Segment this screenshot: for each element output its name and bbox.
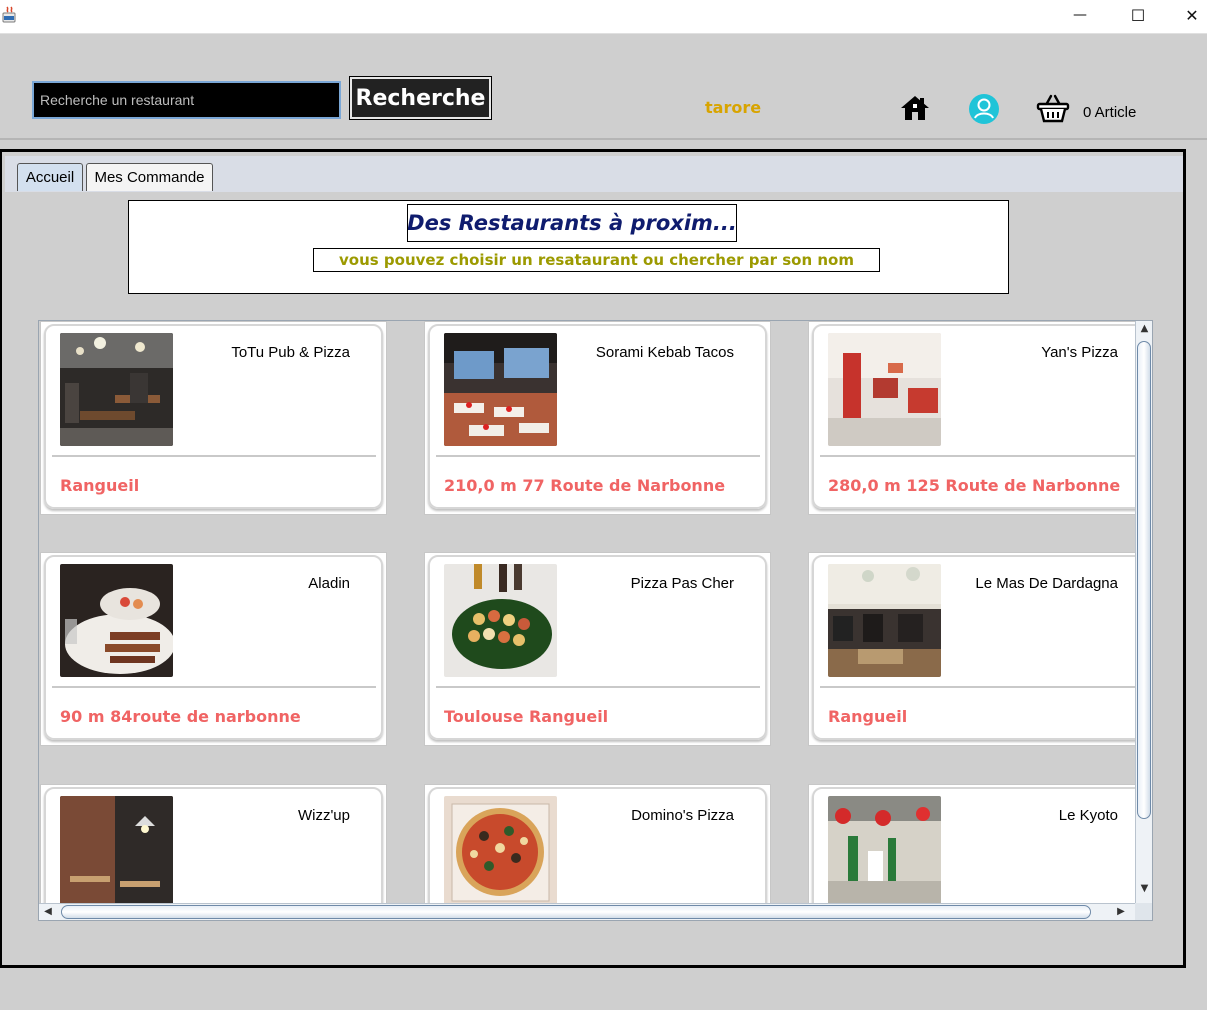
scroll-up-arrow-icon[interactable]: ▲ [1139, 323, 1150, 335]
restaurant-card[interactable]: Le Mas De Dardagna Rangueil [808, 552, 1135, 746]
restaurant-address: Rangueil [60, 476, 140, 495]
user-icon[interactable] [968, 93, 1000, 125]
card-divider [436, 686, 760, 688]
card-divider [820, 455, 1135, 457]
restaurant-interior-photo [444, 333, 557, 446]
horizontal-scroll-thumb[interactable] [61, 905, 1091, 919]
restaurant-card[interactable]: Pizza Pas Cher Toulouse Rangueil [424, 552, 771, 746]
tab-accueil[interactable]: Accueil [17, 163, 83, 191]
restaurant-name: Le Mas De Dardagna [975, 575, 1118, 592]
scroll-corner [1135, 903, 1152, 920]
restaurant-name: Domino's Pizza [631, 807, 734, 824]
restaurant-address: 210,0 m 77 Route de Narbonne [444, 476, 726, 495]
restaurant-grid: ToTu Pub & Pizza Rangueil Sorami Kebab T… [39, 321, 1135, 903]
cart-count: 0 Article [1083, 104, 1137, 121]
card-divider [52, 686, 376, 688]
home-icon[interactable] [899, 93, 931, 123]
card-divider [52, 455, 376, 457]
username-label: tarore [705, 98, 762, 117]
search-input[interactable] [32, 81, 341, 119]
welcome-banner: Des Restaurants à proxim... vous pouvez … [128, 200, 1009, 294]
maximize-button[interactable]: ☐ [1118, 0, 1158, 30]
restaurant-address: 280,0 m 125 Route de Narbonne [828, 476, 1121, 495]
java-app-icon [2, 6, 18, 24]
restaurant-scroll-area[interactable]: ToTu Pub & Pizza Rangueil Sorami Kebab T… [38, 320, 1153, 921]
card-divider [436, 455, 760, 457]
banner-title: Des Restaurants à proxim... [407, 204, 737, 242]
restaurant-interior-photo [828, 796, 941, 903]
window-titlebar: — ☐ ✕ [0, 0, 1207, 34]
restaurant-name: ToTu Pub & Pizza [231, 344, 350, 361]
tab-strip: Accueil Mes Commande [5, 156, 1183, 192]
header-divider [0, 138, 1207, 140]
tab-mes-commande[interactable]: Mes Commande [86, 163, 213, 191]
restaurant-card[interactable]: Yan's Pizza 280,0 m 125 Route de Narbonn… [808, 321, 1135, 515]
restaurant-address: Rangueil [828, 707, 908, 726]
restaurant-name: Wizz'up [297, 807, 350, 824]
banner-subtitle: vous pouvez choisir un resataurant ou ch… [313, 248, 880, 272]
horizontal-scrollbar[interactable]: ◀ ▶ [39, 903, 1135, 920]
main-panel: Accueil Mes Commande Des Restaurants à p… [0, 149, 1186, 968]
scroll-left-arrow-icon[interactable]: ◀ [42, 906, 54, 918]
restaurant-interior-photo [828, 564, 941, 677]
pizza-photo [444, 796, 557, 903]
restaurant-address: Toulouse Rangueil [444, 707, 609, 726]
food-platter-photo [444, 564, 557, 677]
restaurant-name: Le Kyoto [1058, 807, 1118, 824]
minimize-button[interactable]: — [1060, 0, 1100, 30]
restaurant-card[interactable]: Sorami Kebab Tacos 210,0 m 77 Route de N… [424, 321, 771, 515]
restaurant-name: Sorami Kebab Tacos [595, 344, 734, 361]
restaurant-card[interactable]: ToTu Pub & Pizza Rangueil [40, 321, 387, 515]
restaurant-interior-photo [60, 796, 173, 903]
restaurant-card[interactable]: Domino's Pizza [424, 784, 771, 903]
card-divider [820, 686, 1135, 688]
vertical-scroll-thumb[interactable] [1137, 341, 1151, 819]
restaurant-name: Pizza Pas Cher [630, 575, 734, 592]
scroll-right-arrow-icon[interactable]: ▶ [1115, 906, 1127, 918]
vertical-scrollbar[interactable]: ▲ ▼ [1135, 321, 1152, 903]
restaurant-name: Aladin [308, 575, 350, 592]
close-button[interactable]: ✕ [1172, 0, 1207, 30]
restaurant-interior-photo [60, 333, 173, 446]
restaurant-card[interactable]: Aladin 90 m 84route de narbonne [40, 552, 387, 746]
food-platter-photo [60, 564, 173, 677]
restaurant-address: 90 m 84route de narbonne [60, 707, 301, 726]
scroll-down-arrow-icon[interactable]: ▼ [1139, 883, 1150, 895]
restaurant-card[interactable]: Wizz'up [40, 784, 387, 903]
search-button[interactable]: Recherche [349, 76, 492, 120]
restaurant-interior-photo [828, 333, 941, 446]
restaurant-name: Yan's Pizza [1041, 344, 1118, 361]
restaurant-card[interactable]: Le Kyoto [808, 784, 1135, 903]
basket-icon[interactable] [1036, 94, 1070, 124]
